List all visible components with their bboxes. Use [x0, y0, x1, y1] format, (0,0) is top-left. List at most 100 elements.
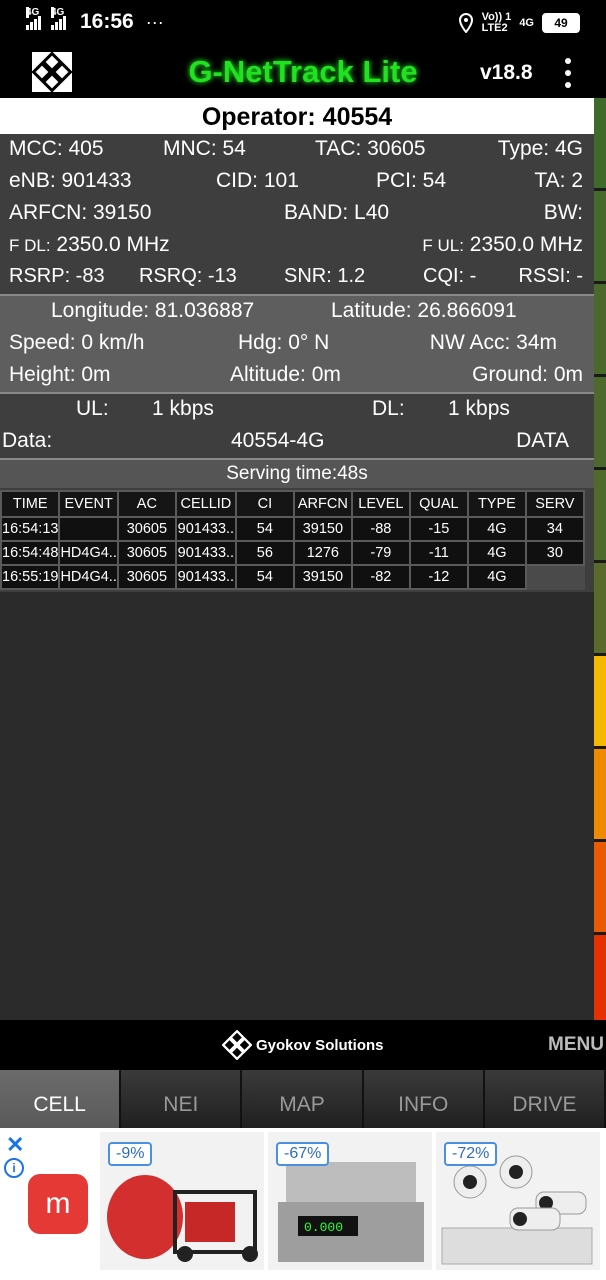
ad-product-scale[interactable]: 0.000 -67%: [268, 1132, 432, 1270]
latitude: Latitude: 26.866091: [331, 299, 517, 322]
tac: TAC: 30605: [315, 137, 426, 160]
nw-accuracy: NW Acc: 34m: [429, 331, 557, 354]
events-table: TIME EVENT AC CELLID CI ARFCN LEVEL QUAL TYPE SER…: [0, 490, 585, 590]
table-cell: 16:54:48: [0, 540, 61, 566]
table-cell: -12: [408, 564, 469, 590]
table-header-row: TIME EVENT AC CELLID CI ARFCN LEVEL QUAL TYPE SER…: [0, 490, 585, 518]
app-version: v18.8: [480, 61, 533, 84]
table-cell: 4G: [466, 540, 527, 566]
table-header-cell: AC: [116, 490, 177, 518]
table-header-cell: EVENT: [58, 490, 119, 518]
signal-level-9: [594, 842, 606, 935]
table-cell: [524, 564, 585, 590]
ul-label: UL:: [76, 397, 109, 420]
brand-name: Gyokov Solutions: [256, 1036, 384, 1054]
table-cell: 30: [524, 540, 585, 566]
table-cell: -82: [350, 564, 411, 590]
table-cell: 39150: [292, 516, 353, 542]
ad-info-icon[interactable]: i: [4, 1158, 24, 1178]
signal-level-3: [594, 284, 606, 377]
table-cell: 16:54:13: [0, 516, 61, 542]
tab-info[interactable]: INFO: [363, 1070, 485, 1128]
enb: eNB: 901433: [9, 169, 132, 192]
location-block: Longitude: 81.036887 Latitude: 26.866091…: [0, 296, 594, 392]
ad-product-cctv[interactable]: -72%: [436, 1132, 600, 1270]
menu-button[interactable]: MENU: [548, 1034, 604, 1056]
altitude: Altitude: 0m: [230, 363, 341, 386]
table-cell: 56: [234, 540, 295, 566]
signal-level-1: [594, 98, 606, 191]
table-cell: 901433..: [174, 540, 237, 566]
table-header-cell: CELLID: [174, 490, 237, 518]
signal-level-10: [594, 935, 606, 1028]
table-cell: [58, 516, 119, 542]
ad-app-logo-icon[interactable]: m: [28, 1174, 88, 1234]
table-header-cell: SERV: [524, 490, 585, 518]
freq-dl: F DL: 2350.0 MHz: [9, 233, 170, 257]
data-value: 40554-4G: [231, 429, 325, 452]
freq-ul-label: F UL:: [422, 236, 464, 255]
ad-banner[interactable]: ✕ i m -9% 0.000 -67% -72%: [0, 1128, 606, 1280]
table-header-cell: QUAL: [408, 490, 469, 518]
cid: CID: 101: [216, 169, 299, 192]
table-cell: 4G: [466, 516, 527, 542]
data-label: Data:: [2, 429, 53, 452]
network-type: 4G: [519, 17, 534, 29]
tab-map[interactable]: MAP: [242, 1070, 364, 1128]
freq-dl-value: 2350.0 MHz: [56, 233, 170, 256]
signal-level-7: [594, 656, 606, 749]
ad-product-generator[interactable]: -9%: [100, 1132, 264, 1270]
table-cell: -11: [408, 540, 469, 566]
battery-icon: 49: [542, 13, 580, 33]
operator-label: Operator: 40554: [0, 98, 594, 134]
table-row: 16:54:13 30605 901433.. 54 39150 -88 -15 4G 34: [0, 516, 585, 542]
table-cell: 30605: [116, 564, 177, 590]
overflow-menu-icon[interactable]: [562, 58, 574, 88]
table-cell: 39150: [292, 564, 353, 590]
rssi: RSSI: -: [518, 265, 583, 287]
heading: Hdg: 0° N: [238, 331, 330, 354]
table-header-cell: CI: [234, 490, 295, 518]
freq-ul-value: 2350.0 MHz: [469, 233, 583, 256]
bottom-tabs: CELL NEI MAP INFO DRIVE: [0, 1070, 606, 1128]
rsrp: RSRP: -83: [9, 265, 105, 287]
dl-value: 1 kbps: [448, 397, 510, 420]
table-header-cell: LEVEL: [350, 490, 411, 518]
pci: PCI: 54: [376, 169, 447, 192]
tab-nei[interactable]: NEI: [121, 1070, 243, 1128]
ad-discount-1: -9%: [108, 1142, 153, 1166]
longitude: Longitude: 81.036887: [51, 299, 255, 322]
snr: SNR: 1.2: [284, 265, 366, 287]
table-row: 16:55:19 HD4G4.. 30605 901433.. 54 39150 -82 -1…: [0, 564, 585, 590]
signal-level-8: [594, 749, 606, 842]
table-cell: 4G: [466, 564, 527, 590]
mcc: MCC: 405: [9, 137, 104, 160]
events-table-container: TIME EVENT AC CELLID CI ARFCN LEVEL QUAL TYPE SER…: [0, 488, 594, 592]
table-cell: 54: [234, 516, 295, 542]
app-header: G-NetTrack Lite v18.8: [0, 48, 606, 98]
status-bar: 4G 4G 16:56 ··· Vo)) 1 LTE2 4G 49: [0, 0, 606, 48]
signal-level-4: [594, 377, 606, 470]
table-cell: 30605: [116, 516, 177, 542]
table-header-cell: TYPE: [466, 490, 527, 518]
table-row: 16:54:48 HD4G4.. 30605 901433.. 56 1276 -79 -11…: [0, 540, 585, 566]
band: BAND: L40: [284, 201, 390, 224]
ground: Ground: 0m: [472, 363, 583, 386]
signal-1-icon: 4G: [26, 7, 41, 30]
ta: TA: 2: [534, 169, 583, 192]
ad-discount-3: -72%: [444, 1142, 498, 1166]
gyokov-logo-icon: [222, 1030, 252, 1060]
bandwidth: BW:: [543, 201, 583, 224]
mnc: MNC: 54: [163, 137, 246, 160]
height: Height: 0m: [9, 363, 111, 386]
arfcn: ARFCN: 39150: [9, 201, 152, 224]
tab-cell[interactable]: CELL: [0, 1070, 122, 1128]
table-body: 16:54:13 30605 901433.. 54 39150 -88 -15 4G 34 16…: [0, 516, 585, 590]
table-header-cell: ARFCN: [292, 490, 353, 518]
freq-ul: F UL: 2350.0 MHz: [422, 233, 583, 257]
table-cell: 901433..: [174, 516, 237, 542]
tab-drive[interactable]: DRIVE: [484, 1070, 606, 1128]
svg-text:0.000: 0.000: [304, 1220, 343, 1235]
ad-close-icon[interactable]: ✕: [6, 1132, 24, 1158]
throughput-block: UL: 1 kbps DL: 1 kbps Data: 40554-4G DAT…: [0, 394, 594, 458]
